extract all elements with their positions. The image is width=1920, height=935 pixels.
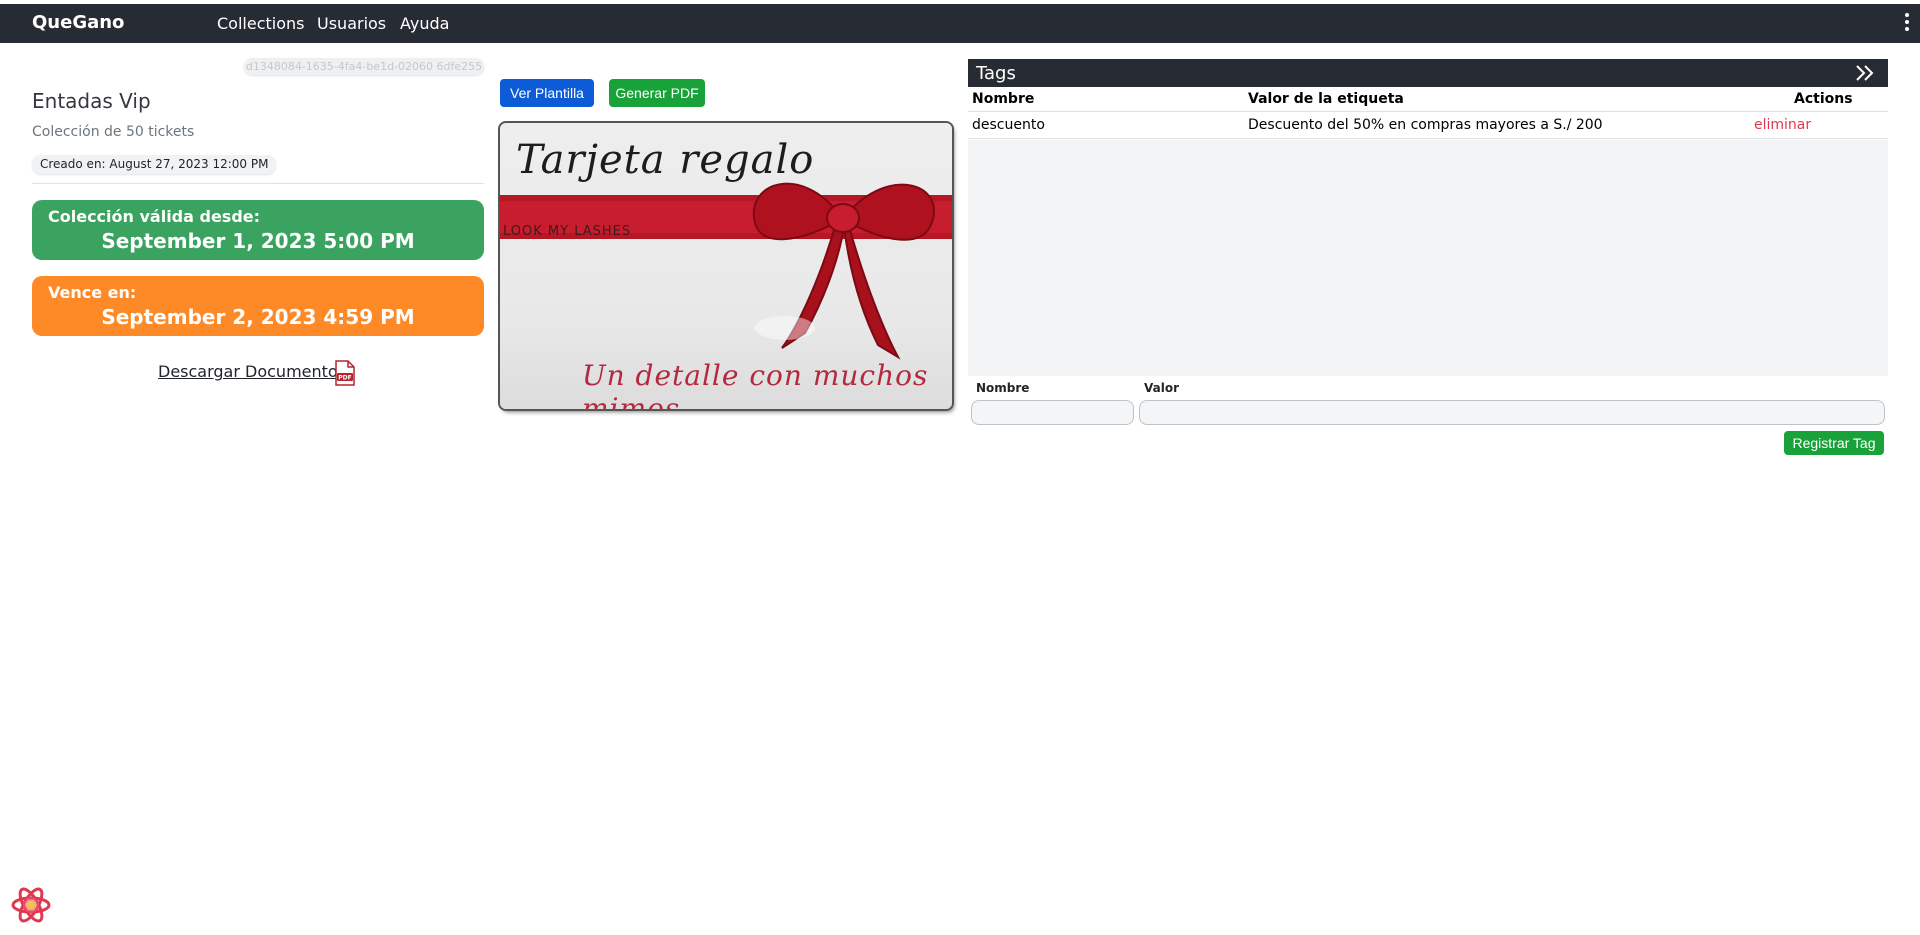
card-slogan: Un detalle con muchos mimos xyxy=(582,359,929,409)
collection-id-badge: d1348084-1635-4fa4-be1d-02060 6dfe255 xyxy=(244,58,484,75)
delete-tag-link[interactable]: eliminar xyxy=(1754,117,1811,133)
pdf-file-icon[interactable]: PDF xyxy=(334,360,356,386)
valid-from-label: Colección válida desde: xyxy=(48,207,261,226)
tag-name-label: Nombre xyxy=(976,381,1030,395)
generate-pdf-button[interactable]: Generar PDF xyxy=(609,79,705,107)
tag-name-cell: descuento xyxy=(972,117,1045,133)
tags-table-empty-area xyxy=(968,140,1888,376)
kebab-menu-icon[interactable] xyxy=(1904,13,1910,35)
tag-value-input[interactable] xyxy=(1139,400,1885,425)
expires-date: September 2, 2023 4:59 PM xyxy=(101,305,415,329)
column-header-valor: Valor de la etiqueta xyxy=(1248,91,1404,107)
created-date-badge: Creado en: August 27, 2023 12:00 PM xyxy=(32,155,277,174)
tag-name-input[interactable] xyxy=(971,400,1134,425)
tag-value-label: Valor xyxy=(1144,381,1180,395)
register-tag-button[interactable]: Registrar Tag xyxy=(1784,431,1884,455)
expires-label: Vence en: xyxy=(48,283,137,302)
double-chevron-right-icon[interactable] xyxy=(1854,63,1876,83)
collection-subtitle: Colección de 50 tickets xyxy=(32,124,195,140)
card-title: Tarjeta regalo xyxy=(516,137,815,183)
nav-link-usuarios[interactable]: Usuarios xyxy=(317,14,386,33)
nav-link-collections[interactable]: Collections xyxy=(217,14,304,33)
card-brand: LOOK MY LASHES xyxy=(503,224,632,239)
tags-table: Nombre Valor de la etiqueta Actions desc… xyxy=(968,87,1888,139)
column-header-nombre: Nombre xyxy=(972,91,1035,107)
valid-from-date: September 1, 2023 5:00 PM xyxy=(101,229,415,253)
tags-panel-header: Tags xyxy=(968,59,1888,87)
tags-panel-title: Tags xyxy=(976,63,1016,84)
expires-card: Vence en: September 2, 2023 4:59 PM xyxy=(32,276,484,336)
valid-from-card: Colección válida desde: September 1, 202… xyxy=(32,200,484,260)
divider xyxy=(32,183,484,184)
top-navbar: QueGano Collections Usuarios Ayuda xyxy=(0,4,1920,43)
react-devtools-icon[interactable] xyxy=(10,885,52,925)
tags-table-header: Nombre Valor de la etiqueta Actions xyxy=(968,87,1888,112)
brand-logo[interactable]: QueGano xyxy=(32,12,124,33)
table-row: descuento Descuento del 50% en compras m… xyxy=(968,112,1888,139)
column-header-actions: Actions xyxy=(1794,91,1853,107)
svg-text:PDF: PDF xyxy=(338,375,351,382)
view-template-button[interactable]: Ver Plantilla xyxy=(500,79,594,107)
collection-title: Entadas Vip xyxy=(32,89,151,113)
nav-link-ayuda[interactable]: Ayuda xyxy=(400,14,449,33)
download-document-link[interactable]: Descargar Documento xyxy=(158,362,338,381)
tag-value-cell: Descuento del 50% en compras mayores a S… xyxy=(1248,117,1603,133)
gift-card-template-preview: Tarjeta regalo LOOK MY LASHES Un detalle… xyxy=(500,123,952,409)
